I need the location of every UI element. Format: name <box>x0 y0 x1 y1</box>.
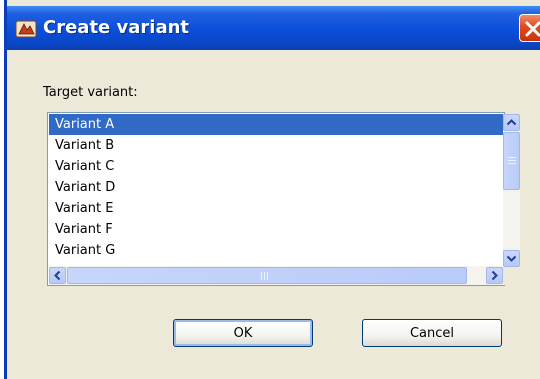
dialog-title: Create variant <box>43 17 190 38</box>
scroll-left-button[interactable] <box>49 267 66 284</box>
list-item[interactable]: Variant C <box>49 156 503 177</box>
close-icon <box>525 21 540 37</box>
chevron-up-icon <box>506 119 517 126</box>
list-item[interactable]: Variant D <box>49 177 503 198</box>
variant-app-icon <box>15 20 37 38</box>
chevron-right-icon <box>491 270 498 281</box>
list-item[interactable]: Variant B <box>49 135 503 156</box>
ok-button[interactable]: OK <box>173 319 313 347</box>
scroll-up-button[interactable] <box>503 114 520 131</box>
horizontal-scrollbar[interactable] <box>49 266 503 285</box>
list-items: Variant A Variant B Variant C Variant D Vari… <box>49 114 503 266</box>
list-item[interactable]: Variant F <box>49 219 503 240</box>
target-variant-label: Target variant: <box>43 85 138 100</box>
chevron-left-icon <box>54 270 61 281</box>
target-variant-list[interactable]: Variant A Variant B Variant C Variant D Vari… <box>47 112 520 286</box>
scrollbar-corner <box>503 267 520 285</box>
vertical-scrollbar[interactable] <box>503 114 520 267</box>
list-item[interactable]: Variant G <box>49 240 503 261</box>
title-bar[interactable]: Create variant <box>7 6 540 50</box>
dialog-window: Create variant Target variant: Variant A… <box>4 0 540 379</box>
close-button[interactable] <box>519 14 540 42</box>
list-item[interactable]: Variant E <box>49 198 503 219</box>
vertical-scroll-thumb[interactable] <box>503 132 520 190</box>
horizontal-scroll-thumb[interactable] <box>67 267 467 284</box>
cancel-button[interactable]: Cancel <box>362 319 502 347</box>
scroll-right-button[interactable] <box>486 267 503 284</box>
scroll-down-button[interactable] <box>503 250 520 267</box>
chevron-down-icon <box>506 255 517 262</box>
list-item[interactable]: Variant A <box>49 114 503 135</box>
